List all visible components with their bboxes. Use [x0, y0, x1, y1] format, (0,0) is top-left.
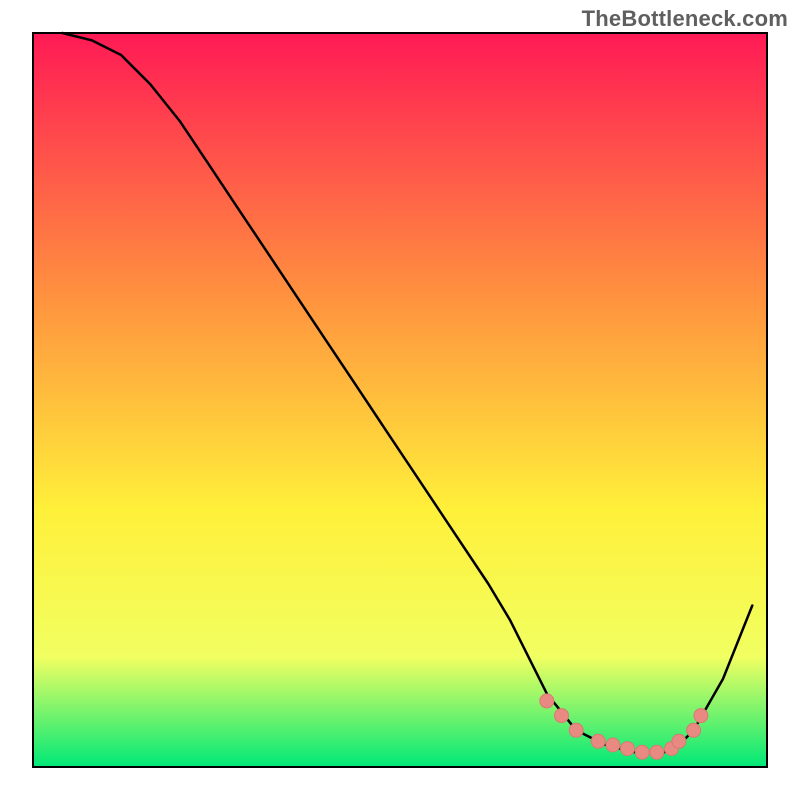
watermark-text: TheBottleneck.com: [582, 6, 788, 32]
marker-point: [694, 709, 708, 723]
marker-point: [591, 734, 605, 748]
plot-background: [33, 33, 767, 767]
chart-svg: [0, 0, 800, 800]
marker-point: [621, 742, 635, 756]
bottleneck-chart: TheBottleneck.com: [0, 0, 800, 800]
marker-point: [650, 745, 664, 759]
marker-point: [687, 723, 701, 737]
marker-point: [540, 694, 554, 708]
marker-point: [555, 709, 569, 723]
marker-point: [569, 723, 583, 737]
marker-point: [672, 734, 686, 748]
marker-point: [635, 745, 649, 759]
marker-point: [606, 738, 620, 752]
